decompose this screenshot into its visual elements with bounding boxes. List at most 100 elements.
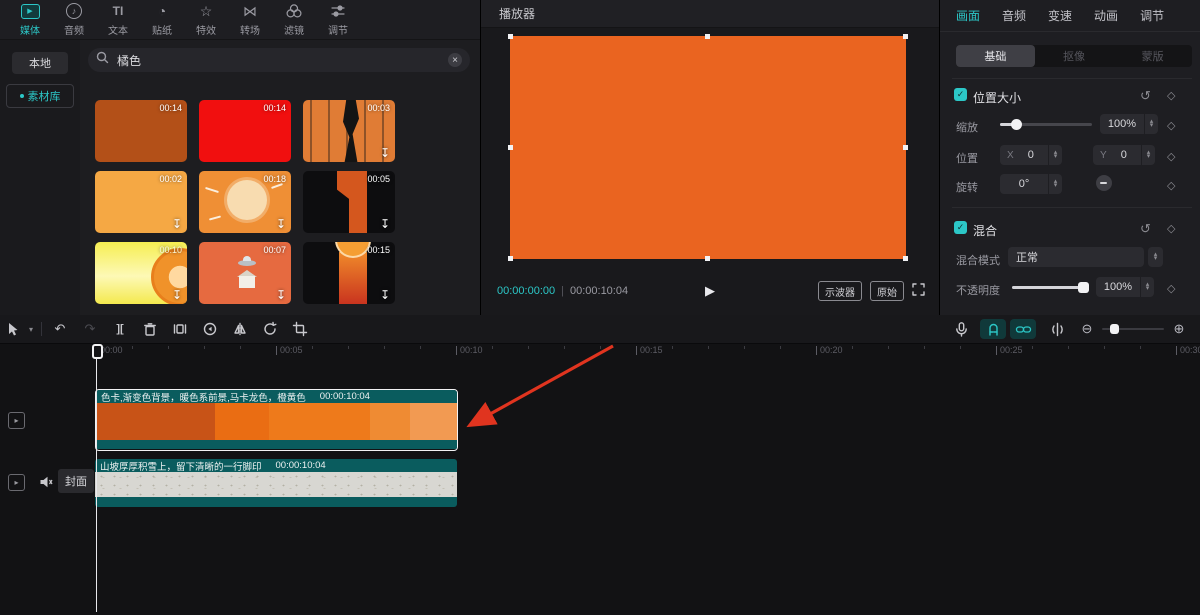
snap-magnet-toggle[interactable] [980, 319, 1006, 339]
download-icon[interactable]: ↧ [380, 217, 390, 231]
track-toggle-icon[interactable]: ▸ [8, 474, 25, 491]
selection-handle[interactable] [508, 145, 513, 150]
selection-handle[interactable] [903, 34, 908, 39]
media-thumbnail[interactable]: 00:15 ↧ [303, 242, 395, 304]
scale-slider-thumb[interactable] [1011, 119, 1022, 130]
selection-handle[interactable] [903, 256, 908, 261]
download-icon[interactable]: ↧ [172, 217, 182, 231]
media-thumbnail[interactable]: 00:02 ↧ [95, 171, 187, 233]
tab-sticker[interactable]: ◔ 贴纸 [140, 3, 184, 37]
reset-icon[interactable]: ↺ [1140, 88, 1151, 104]
download-icon[interactable]: ↧ [380, 146, 390, 160]
media-thumbnail[interactable]: 00:14 [199, 100, 291, 162]
selection-handle[interactable] [508, 256, 513, 261]
scope-button[interactable]: 示波器 [818, 281, 862, 301]
play-button[interactable]: ▶ [705, 283, 715, 299]
selection-handle[interactable] [903, 145, 908, 150]
media-thumbnail[interactable]: 00:07 ↧ [199, 242, 291, 304]
download-icon[interactable]: ↧ [276, 217, 286, 231]
position-y-field[interactable]: Y 0 ▴ ▾ [1093, 145, 1155, 165]
freeze-frame-button[interactable] [165, 317, 195, 341]
tab-picture[interactable]: 画面 [956, 7, 980, 24]
timeline-zoom-thumb[interactable] [1110, 324, 1119, 334]
stepper-arrows[interactable]: ▴ ▾ [1048, 174, 1062, 194]
stepper-arrows[interactable]: ▴ ▾ [1140, 277, 1154, 297]
selection-handle[interactable] [705, 256, 710, 261]
search-input[interactable] [115, 52, 442, 68]
original-quality-button[interactable]: 原始 [870, 281, 904, 301]
tab-transitions[interactable]: ⋈ 转场 [228, 3, 272, 37]
timeline-zoom-in-icon[interactable]: ⊕ [1164, 317, 1194, 341]
scale-value-field[interactable]: 100% ▴ ▾ [1100, 114, 1158, 134]
crop-button[interactable] [285, 317, 315, 341]
select-tool-chevron-icon[interactable]: ▾ [24, 317, 38, 341]
reverse-button[interactable] [195, 317, 225, 341]
tab-adjustment[interactable]: 调节 [1140, 7, 1164, 24]
select-tool-button[interactable] [0, 317, 24, 341]
download-icon[interactable]: ↧ [380, 288, 390, 302]
position-x-field[interactable]: X 0 ▴ ▾ [1000, 145, 1062, 165]
opacity-value-field[interactable]: 100% ▴ ▾ [1096, 277, 1154, 297]
keyframe-icon[interactable]: ◇ [1167, 89, 1175, 102]
tab-speed[interactable]: 变速 [1048, 7, 1072, 24]
keyframe-icon[interactable]: ◇ [1167, 282, 1175, 295]
keyframe-icon[interactable]: ◇ [1167, 119, 1175, 132]
selection-handle[interactable] [705, 34, 710, 39]
split-button[interactable]: ][ [105, 317, 135, 341]
mute-track-icon[interactable] [38, 474, 54, 495]
redo-button[interactable]: ↷ [75, 317, 105, 341]
undo-button[interactable]: ↶ [45, 317, 75, 341]
media-thumbnail[interactable]: 00:05 ↧ [303, 171, 395, 233]
position-size-checkbox[interactable]: ✓ [954, 88, 967, 101]
player-canvas[interactable] [510, 36, 906, 259]
opacity-slider-thumb[interactable] [1078, 282, 1089, 293]
fullscreen-icon[interactable] [912, 283, 925, 299]
tab-animation[interactable]: 动画 [1094, 7, 1118, 24]
tab-effects[interactable]: ☆ 特效 [184, 3, 228, 37]
blend-mode-stepper[interactable]: ▴ ▾ [1148, 247, 1163, 267]
delete-button[interactable] [135, 317, 165, 341]
stepper-arrows[interactable]: ▴ ▾ [1144, 114, 1158, 134]
stepper-arrows[interactable]: ▴ ▾ [1141, 145, 1155, 165]
record-voiceover-button[interactable] [946, 317, 976, 341]
subtab-cutout[interactable]: 抠像 [1035, 45, 1114, 67]
rotate-knob[interactable] [1096, 175, 1112, 191]
subtab-mask[interactable]: 蒙版 [1113, 45, 1192, 67]
blend-checkbox[interactable]: ✓ [954, 221, 967, 234]
rotate-button[interactable] [255, 317, 285, 341]
stepper-arrows[interactable]: ▴ ▾ [1048, 145, 1062, 165]
media-thumbnail[interactable]: 00:03 ↧ [303, 100, 395, 162]
timeline-zoom-slider[interactable] [1102, 319, 1164, 339]
tab-filters[interactable]: 滤镜 [272, 3, 316, 37]
timeline-clip-snow[interactable]: 山坡厚厚积雪上，留下清晰的一行脚印 00:00:10:04 [95, 459, 457, 507]
download-icon[interactable]: ↧ [276, 288, 286, 302]
keyframe-icon[interactable]: ◇ [1167, 222, 1175, 235]
keyframe-icon[interactable]: ◇ [1167, 179, 1175, 192]
tab-adjust[interactable]: 调节 [316, 3, 360, 37]
search-bar[interactable]: × [88, 48, 470, 72]
sidebar-item-library[interactable]: 素材库 [6, 84, 74, 108]
playhead[interactable] [96, 346, 97, 612]
track-toggle-icon[interactable]: ▸ [8, 412, 25, 429]
download-icon[interactable]: ↧ [172, 288, 182, 302]
reset-icon[interactable]: ↺ [1140, 221, 1151, 237]
playhead-handle[interactable] [92, 344, 103, 359]
selection-handle[interactable] [508, 34, 513, 39]
media-thumbnail[interactable]: 00:10 ↧ [95, 242, 187, 304]
tab-media[interactable]: ▶ 媒体 [8, 3, 52, 37]
preview-axis-button[interactable] [1042, 317, 1072, 341]
media-thumbnail[interactable]: 00:14 [95, 100, 187, 162]
tab-audio[interactable]: ♪ 音频 [52, 3, 96, 37]
timeline-zoom-out-icon[interactable]: ⊖ [1072, 317, 1102, 341]
sidebar-item-local[interactable]: 本地 [12, 52, 68, 74]
timeline-clip-orange[interactable]: 色卡,渐变色背景，暖色系前景,马卡龙色，橙黄色 00:00:10:04 [95, 389, 458, 451]
link-toggle[interactable] [1010, 319, 1036, 339]
rotate-value-field[interactable]: 0° ▴ ▾ [1000, 174, 1062, 194]
tab-text[interactable]: TI 文本 [96, 3, 140, 37]
mirror-button[interactable] [225, 317, 255, 341]
keyframe-icon[interactable]: ◇ [1167, 150, 1175, 163]
subtab-basic[interactable]: 基础 [956, 45, 1035, 67]
clear-search-icon[interactable]: × [448, 53, 462, 67]
blend-mode-dropdown[interactable]: 正常 [1008, 247, 1144, 267]
tab-audio-settings[interactable]: 音频 [1002, 7, 1026, 24]
